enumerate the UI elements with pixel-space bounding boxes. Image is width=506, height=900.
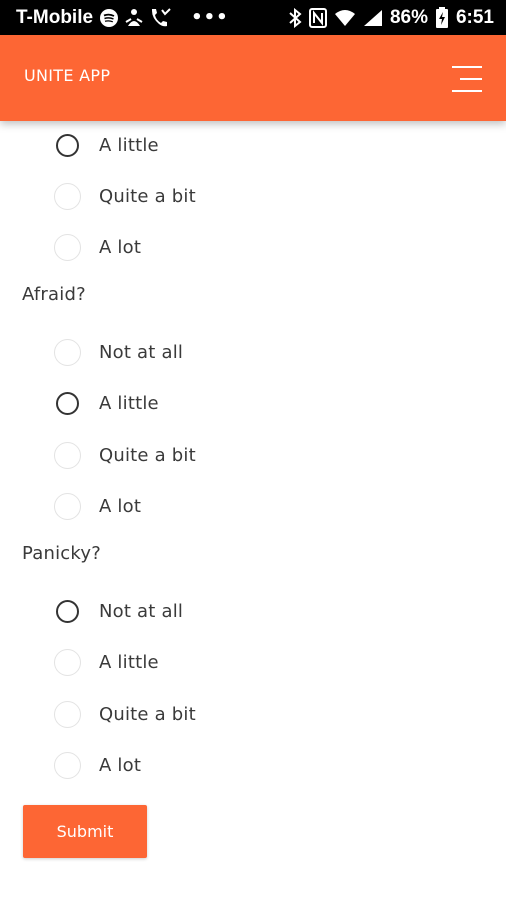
option-label: A lot bbox=[99, 495, 142, 517]
nfc-icon bbox=[308, 7, 327, 28]
radio-button[interactable] bbox=[54, 338, 81, 366]
battery-percent: 86% bbox=[389, 6, 428, 28]
option-label: A lot bbox=[99, 236, 142, 258]
radio-option[interactable]: Not at all bbox=[54, 596, 183, 626]
radio-button[interactable] bbox=[54, 648, 81, 676]
wifi-icon bbox=[334, 9, 356, 27]
status-bar-right: 86% 6:51 bbox=[288, 6, 494, 29]
option-label: Quite a bit bbox=[99, 703, 196, 725]
radio-button[interactable] bbox=[54, 700, 81, 728]
radio-button[interactable] bbox=[54, 182, 81, 210]
clock: 6:51 bbox=[455, 6, 494, 28]
submit-button[interactable]: Submit bbox=[23, 805, 147, 858]
radio-option[interactable]: Quite a bit bbox=[54, 699, 196, 729]
option-label: Quite a bit bbox=[99, 185, 196, 207]
missed-call-icon bbox=[149, 7, 171, 28]
radio-button[interactable] bbox=[54, 751, 81, 779]
status-bar: T-Mobile ••• 86% 6:51 bbox=[0, 0, 506, 35]
radio-button[interactable] bbox=[54, 441, 81, 469]
option-label: Not at all bbox=[99, 600, 184, 622]
option-label: A little bbox=[99, 134, 159, 156]
app-bar: UNITE APP bbox=[0, 35, 506, 121]
option-label: A little bbox=[99, 651, 159, 673]
option-label: Not at all bbox=[99, 341, 184, 363]
radio-button[interactable] bbox=[56, 599, 79, 623]
radio-option[interactable]: A lot bbox=[54, 750, 141, 780]
status-bar-left: T-Mobile ••• bbox=[16, 7, 288, 29]
radio-button[interactable] bbox=[54, 492, 81, 520]
signal-icon bbox=[363, 9, 383, 27]
radio-option[interactable]: A lot bbox=[54, 491, 141, 521]
bluetooth-icon bbox=[288, 7, 302, 28]
radio-option[interactable]: A little bbox=[54, 388, 159, 418]
radio-option[interactable]: Quite a bit bbox=[54, 181, 196, 211]
radio-button[interactable] bbox=[56, 133, 79, 157]
radio-option[interactable]: Not at all bbox=[54, 337, 183, 367]
option-label: A little bbox=[99, 392, 159, 414]
question-label-afraid: Afraid? bbox=[22, 284, 86, 305]
meditation-icon bbox=[125, 8, 143, 28]
battery-charging-icon bbox=[435, 6, 449, 29]
radio-option[interactable]: A lot bbox=[54, 232, 141, 262]
radio-option[interactable]: A little bbox=[54, 647, 159, 677]
question-label-panicky: Panicky? bbox=[22, 543, 101, 564]
option-label: Quite a bit bbox=[99, 444, 196, 466]
hamburger-menu-icon[interactable] bbox=[446, 63, 486, 95]
app-title: UNITE APP bbox=[24, 66, 111, 85]
option-label: A lot bbox=[99, 754, 142, 776]
radio-option[interactable]: A little bbox=[54, 130, 159, 160]
radio-button[interactable] bbox=[56, 391, 79, 415]
radio-button[interactable] bbox=[54, 233, 81, 261]
spotify-icon bbox=[99, 8, 119, 28]
more-notifications: ••• bbox=[191, 7, 229, 28]
radio-option[interactable]: Quite a bit bbox=[54, 440, 196, 470]
carrier-label: T-Mobile bbox=[16, 6, 94, 28]
